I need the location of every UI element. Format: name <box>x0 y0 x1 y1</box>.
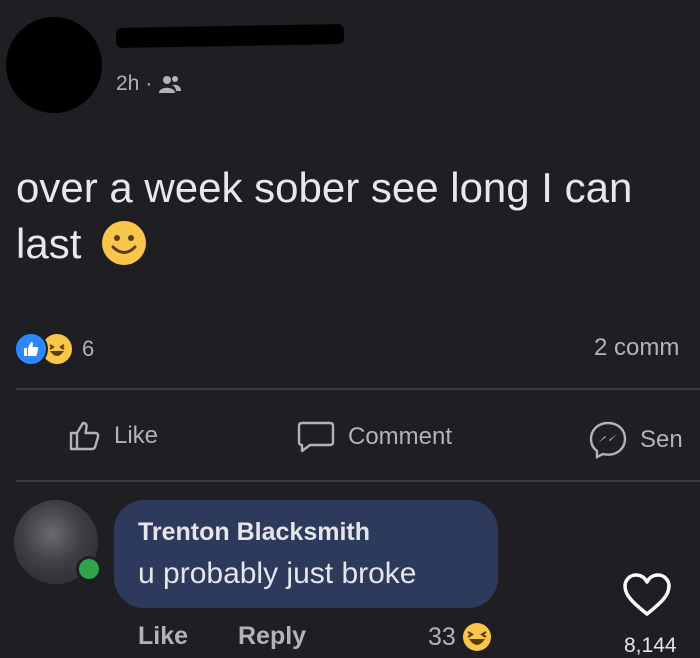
thumbs-up-icon <box>69 421 100 451</box>
comments-count-link[interactable]: 2 comm <box>594 334 700 362</box>
commenter-name[interactable]: Trenton Blacksmith <box>138 518 474 547</box>
comment-bubble: Trenton Blacksmith u probably just broke <box>114 500 498 608</box>
divider-top <box>16 388 700 390</box>
comment-label: Comment <box>348 423 453 450</box>
comment-like-button[interactable]: Like <box>138 622 188 651</box>
smiling-face-icon <box>102 221 147 265</box>
like-label: Like <box>114 422 159 449</box>
haha-reaction-icon <box>462 623 491 651</box>
post-body: over a week sober see long I can last <box>16 160 696 272</box>
comment-icon <box>297 421 335 453</box>
send-label: Sen <box>640 426 683 453</box>
post-actions-bar: Like Comment Sen <box>0 416 700 460</box>
comment-reactions[interactable]: 33 <box>428 622 492 652</box>
comment-reaction-count: 33 <box>428 622 456 651</box>
like-reaction-icon <box>14 332 48 366</box>
meta-separator: · <box>145 72 153 95</box>
post-time[interactable]: 2h <box>116 72 139 96</box>
comment-text: u probably just broke <box>138 557 417 590</box>
reaction-summary[interactable]: 6 <box>14 332 94 366</box>
heart-icon[interactable] <box>622 572 672 618</box>
send-button[interactable]: Sen <box>588 420 700 460</box>
likes-count: 8,144 <box>624 634 677 657</box>
post-author-avatar[interactable] <box>6 17 102 113</box>
post-author-name-redacted <box>115 24 345 48</box>
reaction-count: 6 <box>82 336 95 361</box>
comment-button[interactable]: Comment <box>296 420 452 454</box>
divider-bottom <box>16 480 700 482</box>
messenger-icon <box>589 421 627 459</box>
like-button[interactable]: Like <box>68 420 158 452</box>
online-status-dot <box>76 556 102 582</box>
post-meta: 2h · <box>116 72 182 96</box>
friends-icon <box>159 76 182 93</box>
comment-reply-button[interactable]: Reply <box>238 622 306 651</box>
